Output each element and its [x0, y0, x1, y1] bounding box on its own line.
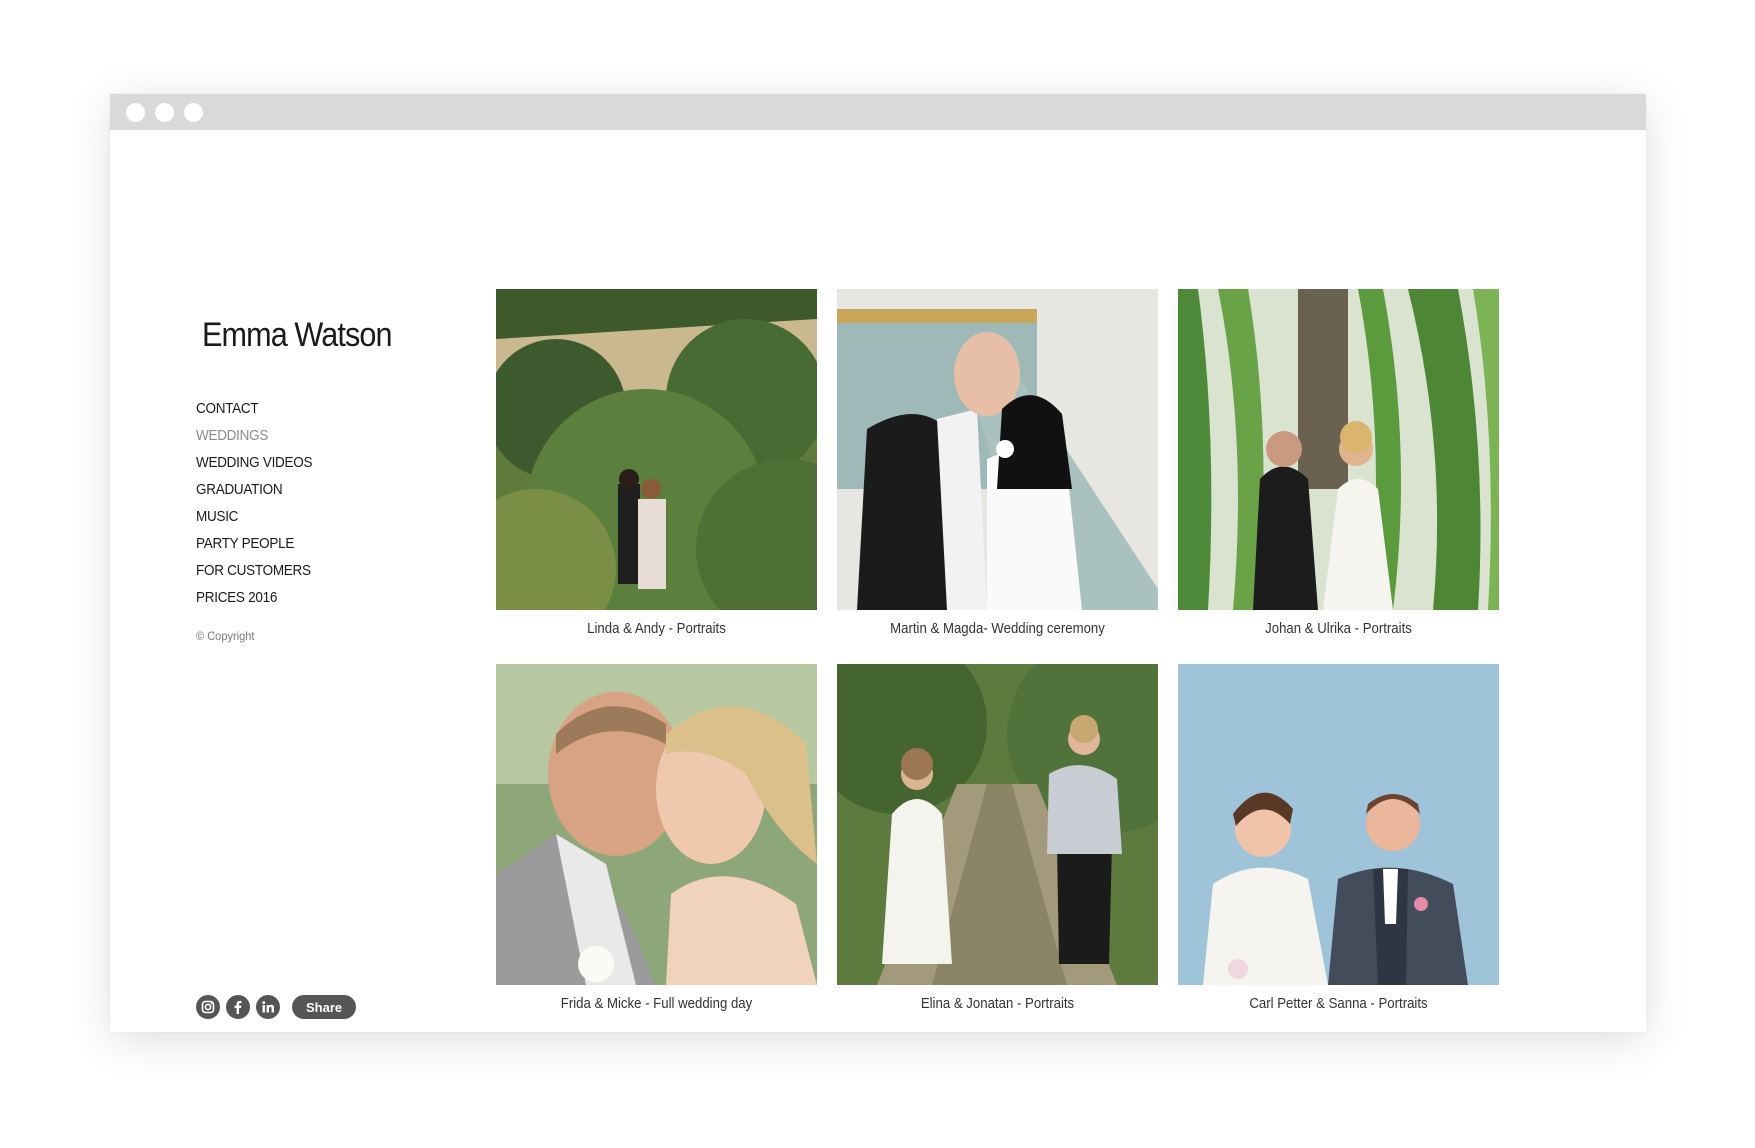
nav-item-weddings[interactable]: WEDDINGS [196, 422, 312, 449]
nav-item-contact[interactable]: CONTACT [196, 395, 312, 422]
site-title[interactable]: Emma Watson [202, 316, 393, 355]
gallery-photo[interactable] [496, 664, 817, 985]
gallery-grid: Linda & Andy - Portraits Martin & Magda-… [496, 289, 1499, 1023]
nav-item-wedding-videos[interactable]: WEDDING VIDEOS [196, 449, 313, 476]
main-nav: CONTACT WEDDINGS WEDDING VIDEOS GRADUATI… [196, 395, 325, 611]
gallery-caption[interactable]: Linda & Andy - Portraits [515, 620, 797, 648]
instagram-icon[interactable] [196, 995, 220, 1019]
facebook-icon[interactable] [226, 995, 250, 1019]
gallery-caption[interactable]: Frida & Micke - Full wedding day [515, 995, 797, 1023]
gallery-caption[interactable]: Martin & Magda- Wedding ceremony [856, 620, 1138, 648]
share-button[interactable]: Share [292, 995, 357, 1019]
gallery-photo[interactable] [496, 289, 817, 610]
gallery-card[interactable]: Johan & Ulrika - Portraits [1178, 289, 1499, 648]
nav-item-graduation[interactable]: GRADUATION [196, 476, 312, 503]
social-bar: Share [196, 995, 357, 1019]
linkedin-icon[interactable] [256, 995, 280, 1019]
gallery-caption[interactable]: Elina & Jonatan - Portraits [856, 995, 1138, 1023]
nav-item-party-people[interactable]: PARTY PEOPLE [196, 530, 312, 557]
window-maximize-dot[interactable] [184, 102, 203, 122]
gallery-photo[interactable] [1178, 664, 1499, 985]
gallery-card[interactable]: Frida & Micke - Full wedding day [496, 664, 817, 1023]
window-close-dot[interactable] [126, 102, 145, 122]
gallery-photo[interactable] [837, 664, 1158, 985]
browser-window: Emma Watson CONTACT WEDDINGS WEDDING VID… [110, 94, 1646, 1032]
nav-item-prices-2016[interactable]: PRICES 2016 [196, 584, 312, 611]
gallery-caption[interactable]: Johan & Ulrika - Portraits [1197, 620, 1479, 648]
nav-item-for-customers[interactable]: FOR CUSTOMERS [196, 557, 312, 584]
gallery-caption[interactable]: Carl Petter & Sanna - Portraits [1197, 995, 1479, 1023]
gallery-card[interactable]: Elina & Jonatan - Portraits [837, 664, 1158, 1023]
gallery-photo[interactable] [837, 289, 1158, 610]
window-minimize-dot[interactable] [155, 102, 174, 122]
window-titlebar [110, 94, 1646, 130]
gallery-card[interactable]: Linda & Andy - Portraits [496, 289, 817, 648]
copyright-text: © Copyright [196, 629, 255, 643]
gallery-card[interactable]: Carl Petter & Sanna - Portraits [1178, 664, 1499, 1023]
nav-item-music[interactable]: MUSIC [196, 503, 312, 530]
gallery-card[interactable]: Martin & Magda- Wedding ceremony [837, 289, 1158, 648]
gallery-photo[interactable] [1178, 289, 1499, 610]
